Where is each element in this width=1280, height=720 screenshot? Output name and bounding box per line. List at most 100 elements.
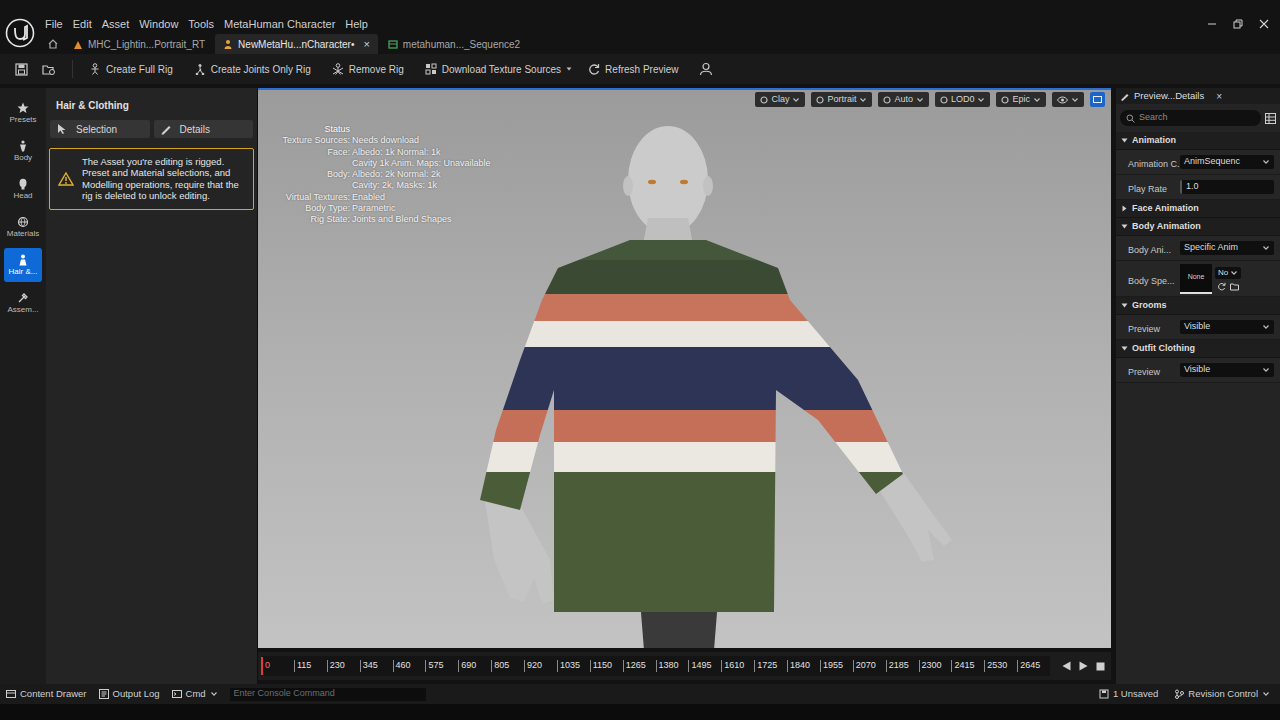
play-button[interactable]: [1079, 661, 1088, 671]
mode-rail-item[interactable]: Materials: [4, 210, 42, 244]
row-value-cell: Visible: [1180, 320, 1280, 334]
status-bar-icon: [1174, 689, 1184, 699]
status-bar-button[interactable]: Cmd: [172, 687, 218, 701]
document-tab[interactable]: NewMetaHu...nCharacter•×: [215, 34, 378, 54]
reset-button[interactable]: [1217, 282, 1226, 291]
tick-label: 2300: [922, 659, 942, 673]
timeline-tick: 1035: [557, 656, 590, 676]
menu-item[interactable]: Window: [134, 16, 183, 33]
close-tab-button[interactable]: ×: [359, 36, 369, 53]
timeline[interactable]: 0115230345460575690805920103511501265138…: [258, 652, 1111, 680]
status-bar-label: Cmd: [186, 687, 206, 701]
details-section-header[interactable]: Outfit Clothing: [1116, 340, 1280, 358]
menu-item[interactable]: MetaHuman Character: [219, 16, 340, 33]
panel-header: Hair & Clothing: [46, 88, 257, 120]
details-tab[interactable]: Preview...Details×: [1116, 88, 1280, 104]
status-bar-button[interactable]: Content Drawer: [6, 687, 87, 701]
viewport-option-button[interactable]: Auto: [878, 92, 929, 107]
viewport-option-button[interactable]: Portrait: [811, 92, 872, 107]
menu-item[interactable]: Asset: [97, 16, 135, 33]
number-field[interactable]: 1.0: [1180, 180, 1274, 194]
panel-tab-button[interactable]: Selection: [50, 120, 150, 138]
stop-button[interactable]: [1096, 662, 1105, 671]
tick-mark: [688, 660, 689, 672]
asset-thumbnail[interactable]: None: [1180, 264, 1212, 294]
document-tab[interactable]: metahuman..._Sequence2: [380, 34, 528, 54]
details-section-header[interactable]: Body Animation: [1116, 218, 1280, 236]
play-reverse-button[interactable]: [1062, 661, 1071, 671]
viewport-option-button[interactable]: LOD0: [935, 92, 991, 107]
toolbar-button-label: Create Joints Only Rig: [211, 62, 311, 77]
row-label: Body Ani...: [1128, 245, 1171, 255]
toolbar-button[interactable]: Refresh Preview: [582, 57, 689, 81]
toolbar-button[interactable]: Remove Rig: [326, 57, 415, 81]
document-tab[interactable]: MHC_Lightin...Portrait_RT: [65, 34, 213, 54]
dropdown[interactable]: AnimSequenc: [1180, 155, 1274, 169]
status-bar-button[interactable]: 1 Unsaved: [1099, 687, 1162, 701]
tick-label: 230: [330, 659, 345, 673]
dropdown[interactable]: Specific Anim: [1180, 241, 1274, 255]
details-section-header[interactable]: Face Animation: [1116, 200, 1280, 218]
search-input[interactable]: [1139, 111, 1255, 125]
mode-rail-item[interactable]: Assem...: [4, 286, 42, 320]
toolbar-action-icon: [332, 63, 344, 75]
status-label: Face:: [327, 147, 350, 157]
status-label-cell: Body:: [268, 169, 350, 192]
details-section-header[interactable]: Animation: [1116, 132, 1280, 150]
status-value: Joints and Blend Shapes: [352, 214, 452, 225]
maximize-viewport-button[interactable]: [1090, 92, 1105, 107]
status-bar-button[interactable]: Revision Control: [1174, 687, 1274, 701]
timeline-tick: 1610: [721, 656, 754, 676]
status-value: Cavity: 2k, Masks: 1k: [352, 180, 441, 191]
row-label-cell: Preview: [1116, 358, 1180, 382]
toolbar-button[interactable]: Create Joints Only Rig: [188, 57, 322, 81]
expanded-icon: [1121, 223, 1128, 230]
menu-item[interactable]: File: [40, 16, 68, 33]
console-input[interactable]: [230, 688, 426, 701]
close-details-button[interactable]: ×: [1208, 89, 1222, 104]
status-row: Body:Albedo: 2k Normal: 2kCavity: 2k, Ma…: [268, 169, 491, 192]
row-label: Animation C...: [1128, 159, 1185, 169]
tick-mark: [294, 660, 295, 672]
details-section-header[interactable]: Grooms: [1116, 297, 1280, 315]
viewport[interactable]: ClayPortraitAutoLOD0EpicStatusTexture So…: [258, 88, 1111, 648]
dropdown[interactable]: Visible: [1180, 320, 1274, 334]
home-icon: [47, 38, 59, 50]
tick-mark: [425, 660, 426, 672]
view-options-button[interactable]: [1265, 113, 1276, 124]
asset-dropdown[interactable]: No: [1215, 267, 1241, 279]
timeline-tick: 2415: [951, 656, 984, 676]
search-row: [1116, 104, 1280, 132]
save-button[interactable]: [10, 63, 32, 76]
toolbar-button[interactable]: Create Full Rig: [83, 57, 184, 81]
menu-item[interactable]: Edit: [68, 16, 97, 33]
tick-mark: [919, 660, 920, 672]
viewport-option-button[interactable]: Epic: [996, 92, 1046, 107]
mode-rail-item[interactable]: Body: [4, 134, 42, 168]
home-tab[interactable]: [47, 34, 63, 54]
logo[interactable]: [0, 0, 40, 54]
browse-asset-button[interactable]: [1230, 282, 1239, 291]
panel-tab-button[interactable]: Details: [154, 120, 254, 138]
tick-mark: [590, 660, 591, 672]
dropdown[interactable]: Visible: [1180, 363, 1274, 377]
status-bar: Content Drawer Output Log Cmd 1 Unsaved Revi…: [0, 684, 1280, 704]
show-flags-button[interactable]: [1052, 92, 1084, 107]
mode-rail-item[interactable]: Presets: [4, 96, 42, 130]
viewport-option-button[interactable]: Clay: [755, 92, 805, 107]
search-box[interactable]: [1120, 110, 1261, 126]
mode-rail-item[interactable]: Head: [4, 172, 42, 206]
toolbar-action-icon: [425, 63, 437, 75]
browse-button[interactable]: [36, 63, 62, 76]
menu-item[interactable]: Help: [340, 16, 373, 33]
hair-clothing-panel: Hair & ClothingSelectionDetailsThe Asset…: [46, 88, 258, 684]
tick-mark: [623, 660, 624, 672]
menu-item[interactable]: Tools: [183, 16, 219, 33]
status-bar-button[interactable]: Output Log: [99, 687, 160, 701]
timeline-track[interactable]: 0115230345460575690805920103511501265138…: [261, 656, 1050, 676]
profile-button[interactable]: [693, 62, 719, 76]
eye-icon: [1057, 96, 1068, 104]
timeline-tick: 1150: [590, 656, 623, 676]
mode-rail-item[interactable]: Hair &...: [4, 248, 42, 282]
toolbar-button[interactable]: Download Texture Sources: [419, 57, 578, 81]
